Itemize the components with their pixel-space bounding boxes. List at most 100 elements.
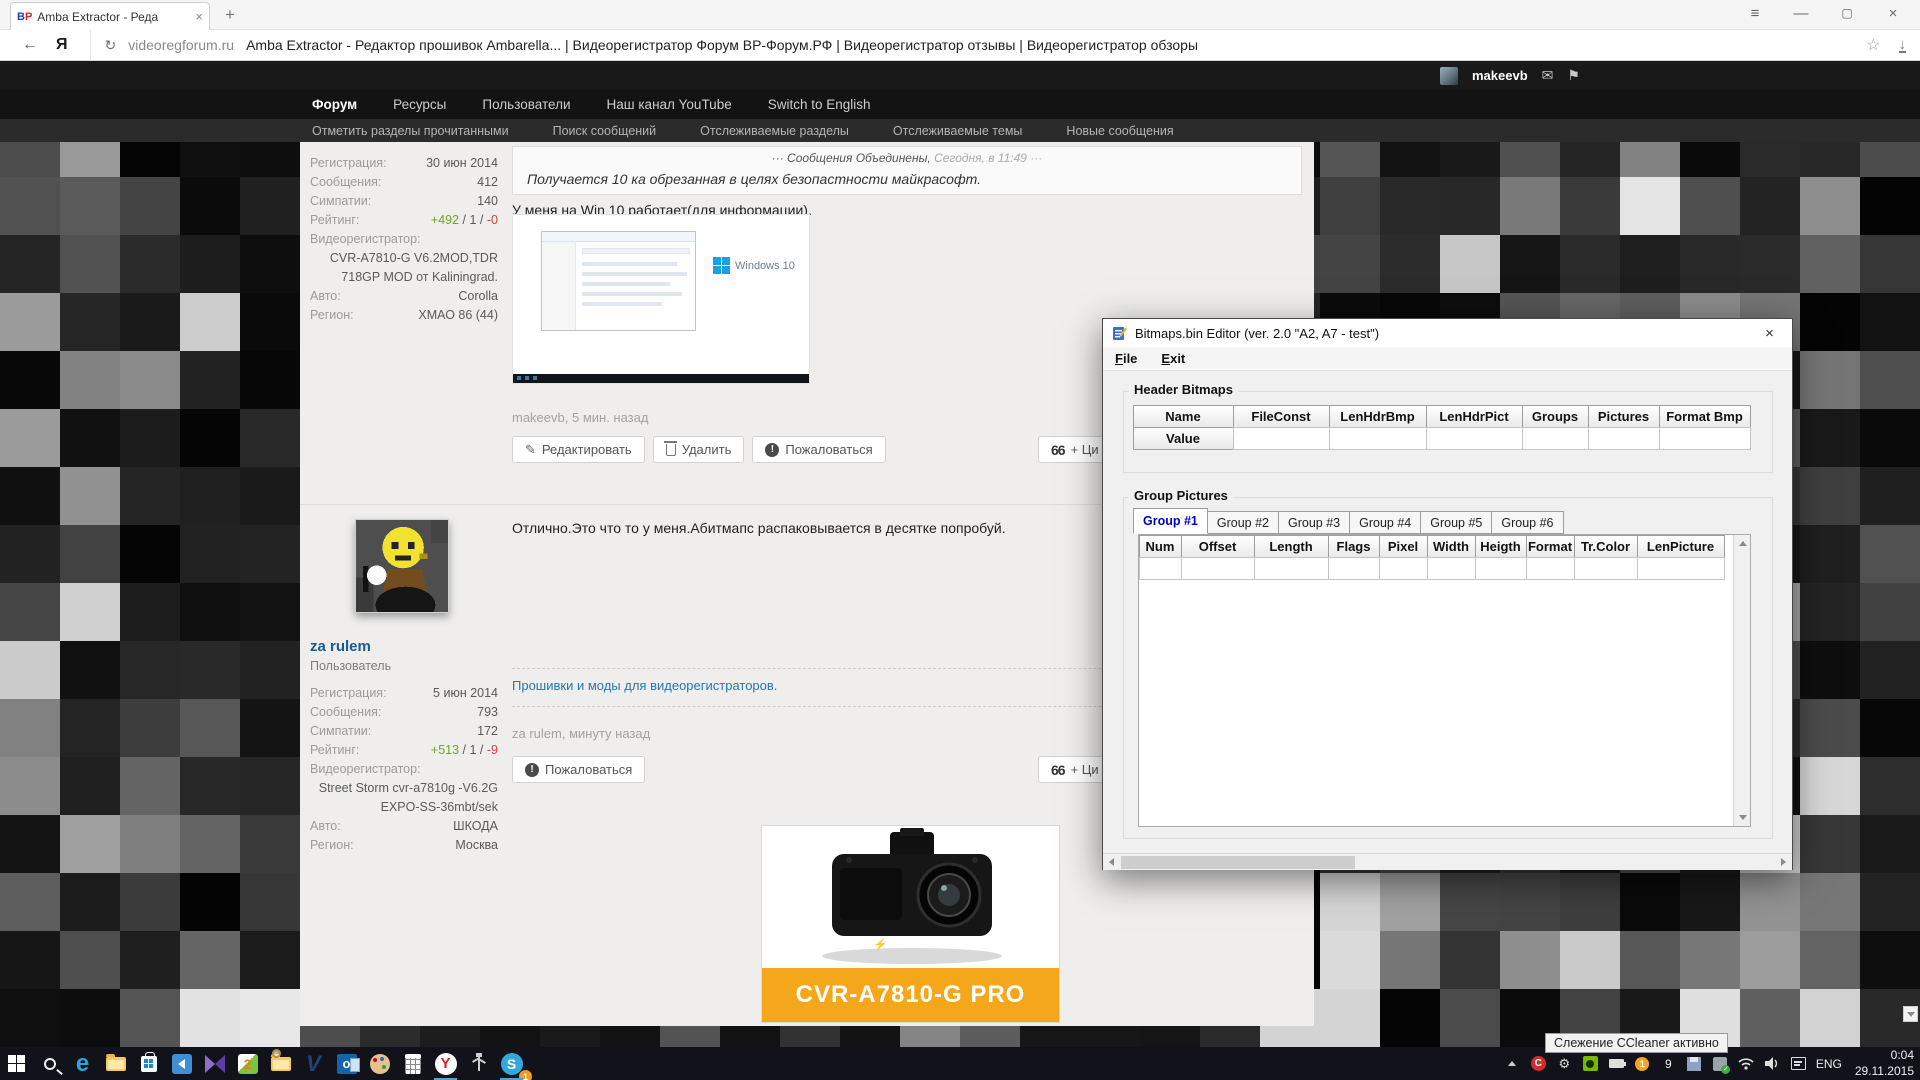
tab-group-6[interactable]: Group #6 [1491,511,1563,534]
column-header[interactable]: Format Bmp [1659,405,1751,428]
taskbar-media-app[interactable] [198,1047,231,1080]
settings-gear-icon[interactable]: ⚙ [1556,1055,1573,1072]
post1-attached-screenshot[interactable]: Windows 10 [512,214,810,384]
user-avatar[interactable] [1440,67,1458,85]
tab-group-1[interactable]: Group #1 [1133,508,1208,534]
column-header[interactable]: Width [1427,535,1476,558]
column-header[interactable]: Tr.Color [1574,535,1638,558]
nav-switch-english[interactable]: Switch to English [768,97,871,112]
back-icon[interactable]: ← [22,36,38,54]
taskbar-file-explorer[interactable] [99,1047,132,1080]
taskbar-music-app[interactable] [165,1047,198,1080]
tray-counter[interactable]: 9 [1660,1055,1677,1072]
wifi-icon[interactable] [1738,1055,1755,1072]
bookmark-star-icon[interactable]: ☆ [1866,35,1880,55]
column-header[interactable]: Pixel [1379,535,1428,558]
stat-value[interactable]: 793 [477,705,498,724]
column-header[interactable]: LenHdrPict [1426,405,1523,428]
subnav-watched-forums[interactable]: Отслеживаемые разделы [700,124,849,138]
dialog-close-button[interactable]: × [1747,319,1792,347]
table-cell[interactable] [1233,427,1330,450]
column-header[interactable]: Offset [1181,535,1255,558]
delete-button[interactable]: Удалить [653,436,745,463]
nvidia-tray-icon[interactable] [1582,1055,1599,1072]
browser-tab[interactable]: BP Amba Extractor - Реда × [10,2,210,30]
username[interactable]: makeevb [1472,68,1528,83]
column-header[interactable]: LenPicture [1637,535,1725,558]
tab-group-3[interactable]: Group #3 [1278,511,1350,534]
nav-youtube[interactable]: Наш канал YouTube [607,97,732,112]
tab-group-2[interactable]: Group #2 [1207,511,1279,534]
table-cell[interactable] [1329,427,1427,450]
dashcam-banner[interactable]: Street⚡Storm CVR-A7810-G PRO [761,825,1060,1023]
taskbar-edge[interactable]: e [66,1047,99,1080]
column-header[interactable]: Num [1139,535,1182,558]
action-center-icon[interactable] [1790,1055,1807,1072]
dialog-title-bar[interactable]: Bitmaps.bin Editor (ver. 2.0 "A2, A7 - t… [1103,319,1792,347]
menu-exit[interactable]: Exit [1149,347,1197,370]
taskbar-usb-tool[interactable] [462,1047,495,1080]
nav-users[interactable]: Пользователи [482,97,570,112]
nav-forum[interactable]: Форум [312,97,357,112]
storage-tray-icon[interactable] [1686,1055,1703,1072]
minimize-button[interactable]: — [1778,5,1824,22]
page-scroll-down-button[interactable] [1903,1006,1918,1022]
taskbar-calculator[interactable] [396,1047,429,1080]
signature-link[interactable]: Прошивки и моды для видеорегистраторов. [512,678,777,693]
tab-group-4[interactable]: Group #4 [1349,511,1421,534]
alerts-flag-icon[interactable]: ⚑ [1567,67,1580,84]
column-header[interactable]: LenHdrBmp [1329,405,1427,428]
subnav-watched-threads[interactable]: Отслеживаемые темы [893,124,1023,138]
taskbar-2gis[interactable]: 2 [231,1047,264,1080]
taskbar-v-app[interactable]: V [297,1047,330,1080]
start-button[interactable] [0,1047,33,1080]
taskbar-clock[interactable]: 0:04 29.11.2015 [1855,1048,1914,1079]
url-field[interactable]: ↻ videoregforum.ru Amba Extractor - Реда… [90,30,1867,61]
language-indicator[interactable]: ENG [1816,1057,1842,1071]
vertical-scrollbar[interactable] [1733,535,1750,826]
scroll-down-arrow[interactable] [1734,809,1751,826]
tab-close-icon[interactable]: × [195,9,203,24]
subnav-mark-read[interactable]: Отметить разделы прочитанными [312,124,509,138]
column-header[interactable]: Length [1254,535,1329,558]
battery-icon[interactable] [1608,1055,1625,1072]
table-cell[interactable] [1588,427,1660,450]
volume-icon[interactable] [1764,1055,1781,1072]
tab-group-5[interactable]: Group #5 [1420,511,1492,534]
inbox-envelope-icon[interactable]: ✉ [1542,67,1554,84]
edit-button[interactable]: ✎Редактировать [512,436,645,463]
column-header[interactable]: Heigth [1475,535,1527,558]
report-button[interactable]: !Пожаловаться [752,436,885,463]
column-header[interactable]: FileConst [1233,405,1330,428]
scrollbar-thumb[interactable] [1121,856,1355,869]
hidden-icons-chevron[interactable] [1504,1055,1521,1072]
post2-username-link[interactable]: za rulem [310,638,371,655]
taskbar-search-button[interactable] [33,1047,66,1080]
report-button[interactable]: !Пожаловаться [512,756,645,783]
maximize-button[interactable]: ▢ [1824,6,1870,20]
taskbar-store[interactable] [132,1047,165,1080]
column-header[interactable]: Flags [1328,535,1380,558]
notification-badge-icon[interactable]: 1 [1634,1055,1651,1072]
table-cell[interactable] [1522,427,1589,450]
table-cell[interactable] [1659,427,1751,450]
menu-file[interactable]: File [1103,347,1149,370]
subnav-new-posts[interactable]: Новые сообщения [1066,124,1173,138]
subnav-search-posts[interactable]: Поиск сообщений [553,124,657,138]
column-header[interactable]: Name [1133,405,1234,428]
taskbar-paint-app[interactable] [363,1047,396,1080]
taskbar-skype[interactable]: S1 [495,1047,528,1080]
user-menu[interactable]: makeevb ✉ ⚑ [1440,61,1580,90]
taskbar-file-search[interactable] [264,1047,297,1080]
nav-resources[interactable]: Ресурсы [393,97,446,112]
horizontal-scrollbar[interactable] [1103,853,1792,870]
yandex-logo-icon[interactable]: Я [56,36,68,54]
taskbar-yandex-browser[interactable]: Y [429,1047,462,1080]
new-tab-button[interactable]: + [225,5,235,25]
column-header[interactable]: Format [1526,535,1575,558]
scroll-left-arrow[interactable] [1109,858,1114,866]
safely-remove-usb-icon[interactable]: ✓ [1712,1055,1729,1072]
table-cell[interactable] [1426,427,1523,450]
column-header[interactable]: Pictures [1588,405,1660,428]
scroll-right-arrow[interactable] [1781,858,1786,866]
